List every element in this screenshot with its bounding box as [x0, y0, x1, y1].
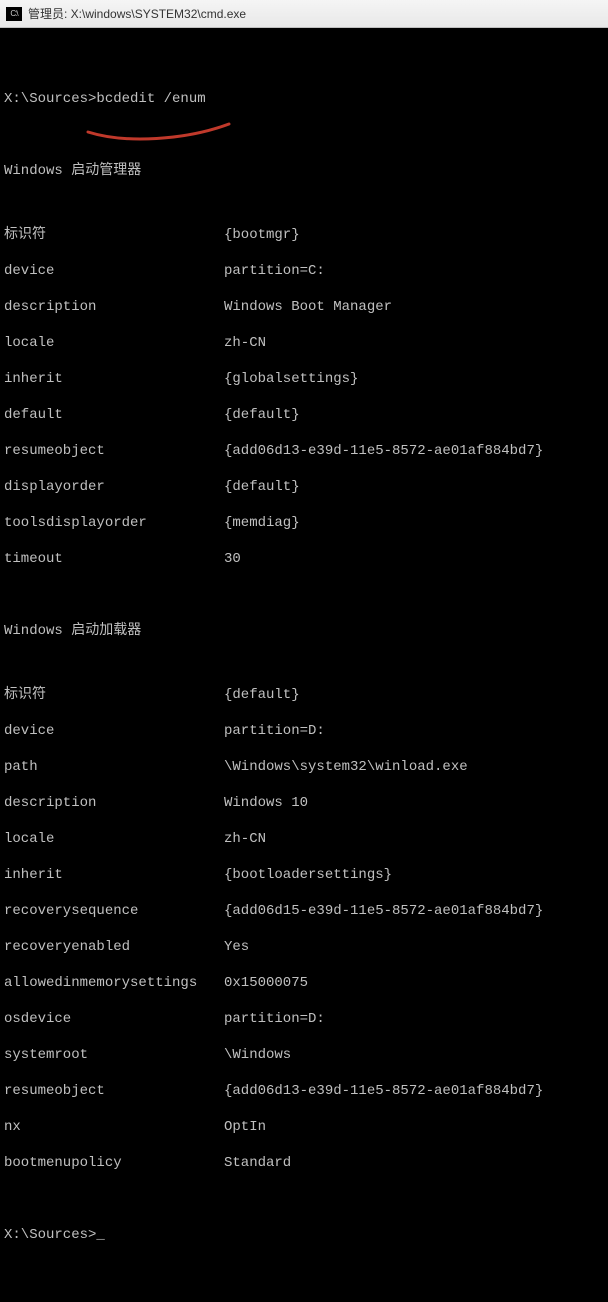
- row-key: device: [4, 722, 224, 740]
- row-key: displayorder: [4, 478, 224, 496]
- window-titlebar[interactable]: C:\ 管理员: X:\windows\SYSTEM32\cmd.exe: [0, 0, 608, 28]
- output-row: systemroot\Windows: [4, 1046, 604, 1064]
- row-value: 0x15000075: [224, 974, 604, 992]
- row-key: allowedinmemorysettings: [4, 974, 224, 992]
- row-key: recoveryenabled: [4, 938, 224, 956]
- cmd-icon: C:\: [6, 7, 22, 21]
- row-value: \Windows: [224, 1046, 604, 1064]
- row-value: OptIn: [224, 1118, 604, 1136]
- blank-line: [4, 54, 604, 72]
- output-row: descriptionWindows 10: [4, 794, 604, 812]
- row-key: inherit: [4, 866, 224, 884]
- row-key: 标识符: [4, 226, 224, 244]
- output-row: recoveryenabledYes: [4, 938, 604, 956]
- row-value: {bootmgr}: [224, 226, 604, 244]
- window-title: 管理员: X:\windows\SYSTEM32\cmd.exe: [28, 5, 246, 22]
- row-value: {default}: [224, 406, 604, 424]
- row-key: osdevice: [4, 1010, 224, 1028]
- row-value: {bootloadersettings}: [224, 866, 604, 884]
- output-row: osdevicepartition=D:: [4, 1010, 604, 1028]
- row-value: Standard: [224, 1154, 604, 1172]
- row-value: partition=C:: [224, 262, 604, 280]
- row-key: nx: [4, 1118, 224, 1136]
- row-value: zh-CN: [224, 334, 604, 352]
- row-key: resumeobject: [4, 1082, 224, 1100]
- row-value: {default}: [224, 686, 604, 704]
- row-key: bootmenupolicy: [4, 1154, 224, 1172]
- row-key: timeout: [4, 550, 224, 568]
- row-value: \Windows\system32\winload.exe: [224, 758, 604, 776]
- blank-line: [4, 1190, 604, 1208]
- section-rule: --------------------: [4, 658, 604, 662]
- row-value: zh-CN: [224, 830, 604, 848]
- section-boot-manager-header: Windows 启动管理器: [4, 162, 604, 180]
- row-key: description: [4, 794, 224, 812]
- output-row: displayorder{default}: [4, 478, 604, 496]
- output-row: inherit{bootloadersettings}: [4, 866, 604, 884]
- command-text: bcdedit /enum: [96, 91, 205, 107]
- row-key: locale: [4, 830, 224, 848]
- output-row: nxOptIn: [4, 1118, 604, 1136]
- row-value: {memdiag}: [224, 514, 604, 532]
- output-row: timeout30: [4, 550, 604, 568]
- terminal-output[interactable]: X:\Sources>bcdedit /enum Windows 启动管理器 -…: [0, 28, 608, 1302]
- output-row: resumeobject{add06d13-e39d-11e5-8572-ae0…: [4, 442, 604, 460]
- row-key: inherit: [4, 370, 224, 388]
- row-value: {add06d15-e39d-11e5-8572-ae01af884bd7}: [224, 902, 604, 920]
- output-row: path\Windows\system32\winload.exe: [4, 758, 604, 776]
- row-key: 标识符: [4, 686, 224, 704]
- row-key: path: [4, 758, 224, 776]
- output-row: toolsdisplayorder{memdiag}: [4, 514, 604, 532]
- row-value: 30: [224, 550, 604, 568]
- cursor: _: [96, 1227, 104, 1243]
- output-row: devicepartition=D:: [4, 722, 604, 740]
- row-value: Windows Boot Manager: [224, 298, 604, 316]
- row-key: toolsdisplayorder: [4, 514, 224, 532]
- output-row: localezh-CN: [4, 334, 604, 352]
- row-key: resumeobject: [4, 442, 224, 460]
- blank-line: [4, 586, 604, 604]
- row-key: recoverysequence: [4, 902, 224, 920]
- output-row: bootmenupolicyStandard: [4, 1154, 604, 1172]
- output-row: recoverysequence{add06d15-e39d-11e5-8572…: [4, 902, 604, 920]
- row-value: {add06d13-e39d-11e5-8572-ae01af884bd7}: [224, 1082, 604, 1100]
- row-key: systemroot: [4, 1046, 224, 1064]
- output-row: localezh-CN: [4, 830, 604, 848]
- row-key: description: [4, 298, 224, 316]
- row-value: {default}: [224, 478, 604, 496]
- output-row: inherit{globalsettings}: [4, 370, 604, 388]
- row-value: {globalsettings}: [224, 370, 604, 388]
- command-line: X:\Sources>bcdedit /enum: [4, 90, 604, 108]
- section-rule: --------------------: [4, 198, 604, 202]
- prompt-path: X:\Sources>: [4, 91, 96, 107]
- output-row: allowedinmemorysettings0x15000075: [4, 974, 604, 992]
- prompt-path: X:\Sources>: [4, 1227, 96, 1243]
- row-value: Windows 10: [224, 794, 604, 812]
- output-row: default{default}: [4, 406, 604, 424]
- command-line: X:\Sources>_: [4, 1226, 604, 1244]
- output-row: 标识符{default}: [4, 686, 604, 704]
- row-key: default: [4, 406, 224, 424]
- row-value: partition=D:: [224, 1010, 604, 1028]
- output-row: 标识符{bootmgr}: [4, 226, 604, 244]
- row-key: locale: [4, 334, 224, 352]
- blank-line: [4, 126, 604, 144]
- output-row: descriptionWindows Boot Manager: [4, 298, 604, 316]
- output-row: resumeobject{add06d13-e39d-11e5-8572-ae0…: [4, 1082, 604, 1100]
- row-value: partition=D:: [224, 722, 604, 740]
- row-key: device: [4, 262, 224, 280]
- row-value: {add06d13-e39d-11e5-8572-ae01af884bd7}: [224, 442, 604, 460]
- row-value: Yes: [224, 938, 604, 956]
- section-boot-loader-header: Windows 启动加载器: [4, 622, 604, 640]
- output-row: devicepartition=C:: [4, 262, 604, 280]
